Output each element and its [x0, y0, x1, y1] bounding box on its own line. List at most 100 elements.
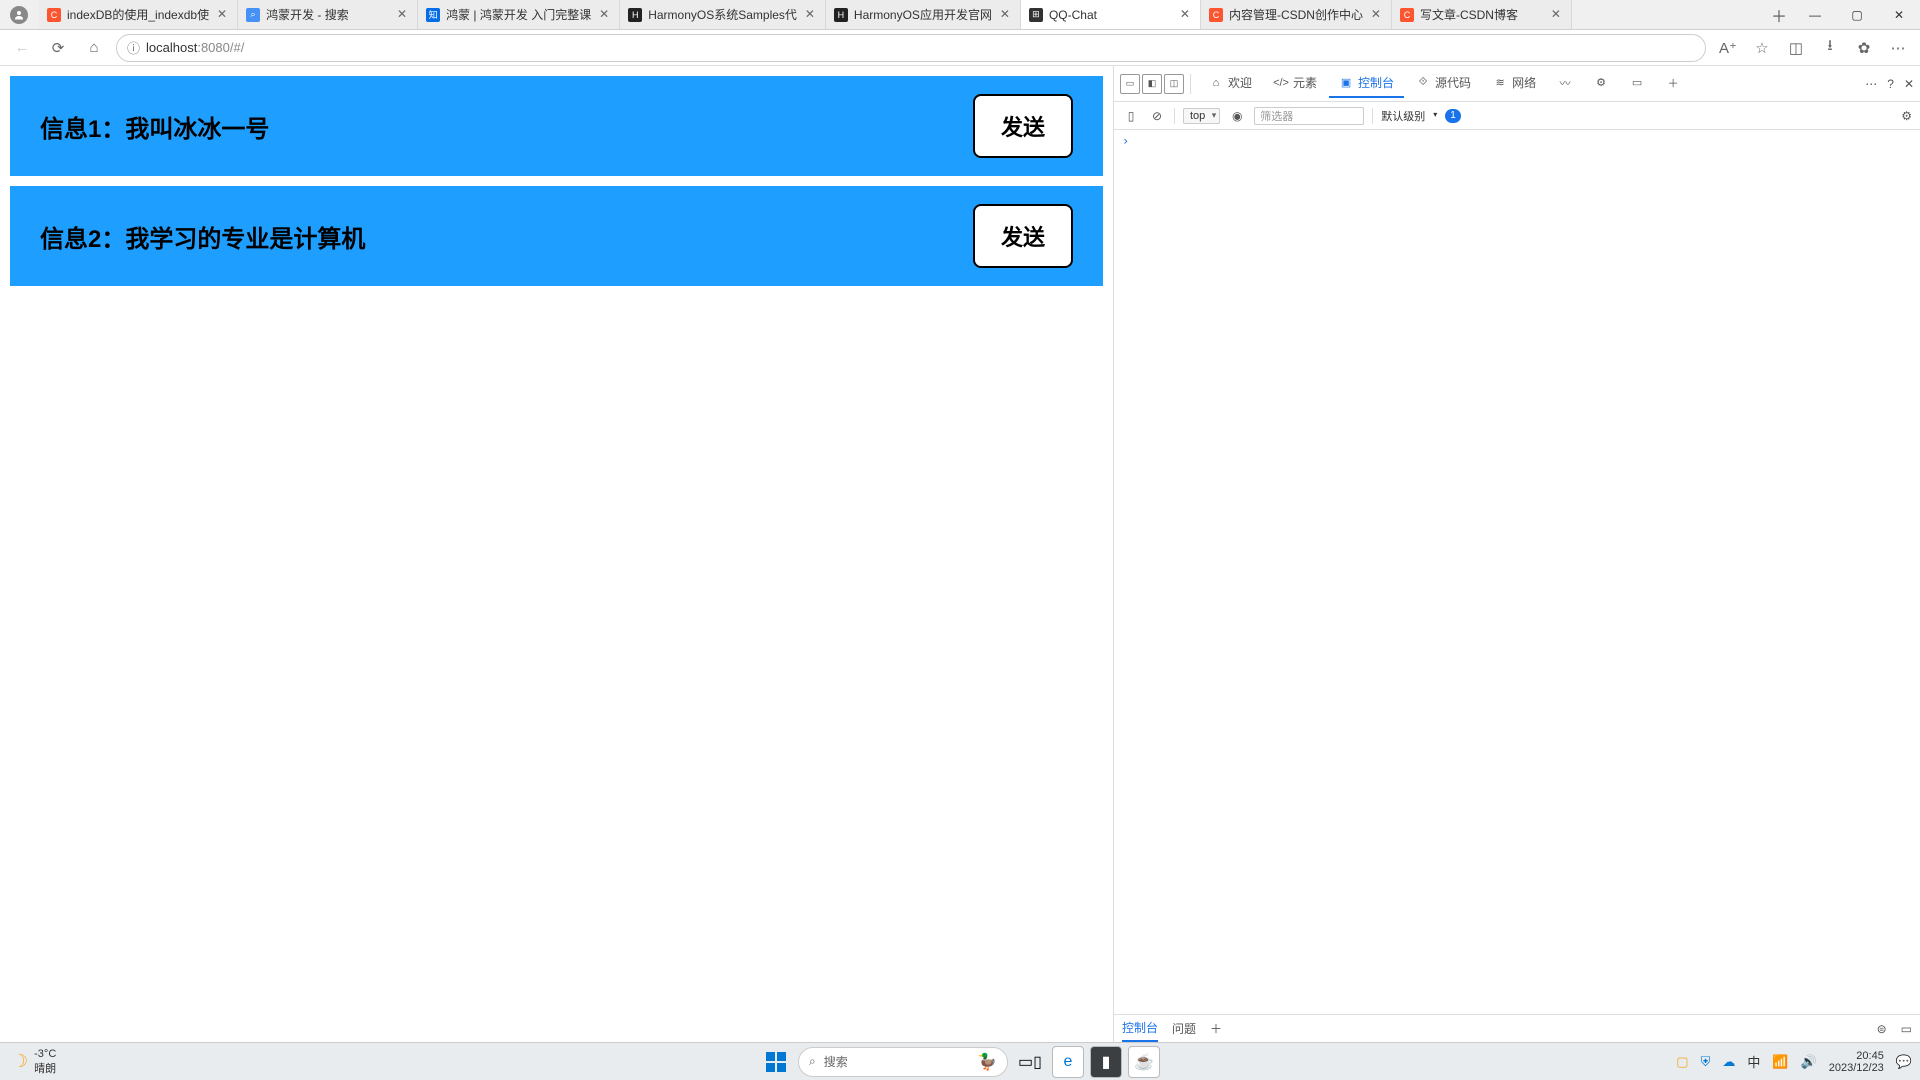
- tray-volume-icon[interactable]: 🔊: [1801, 1054, 1817, 1070]
- tab-close-icon[interactable]: ✕: [803, 8, 817, 22]
- split-screen-icon[interactable]: ◫: [1782, 34, 1810, 62]
- devtools-close-icon[interactable]: ✕: [1904, 77, 1914, 91]
- tab-title: QQ-Chat: [1049, 8, 1172, 22]
- collections-icon[interactable]: ✿: [1850, 34, 1878, 62]
- tab-close-icon[interactable]: ✕: [395, 8, 409, 22]
- more-icon[interactable]: ⋯: [1884, 34, 1912, 62]
- tab-add[interactable]: ＋: [1656, 70, 1690, 98]
- weather-desc: 晴朗: [34, 1060, 56, 1076]
- devtools-tabbar: ▭ ◧ ◫ ⌂欢迎 </>元素 ▣控制台 ⟐源代码 ≋网络 〰 ⚙ ▭ ＋ ⋯ …: [1114, 66, 1920, 102]
- tab-close-icon[interactable]: ✕: [215, 8, 229, 22]
- drawer-tab-issues[interactable]: 问题: [1172, 1015, 1196, 1042]
- tab-close-icon[interactable]: ✕: [1549, 8, 1563, 22]
- console-settings-icon[interactable]: ⚙: [1901, 109, 1912, 123]
- log-level-selector[interactable]: 默认级别: [1381, 108, 1437, 124]
- search-deco-icon: 🦆: [977, 1052, 997, 1072]
- tray-wifi-icon[interactable]: 📶: [1772, 1054, 1788, 1070]
- url-text: localhost:8080/#/: [146, 40, 1695, 55]
- memory-icon: ▭: [1630, 76, 1644, 90]
- back-button[interactable]: ←: [8, 34, 36, 62]
- tab-title: indexDB的使用_indexdb使: [67, 6, 209, 23]
- browser-tab[interactable]: HHarmonyOS应用开发官网✕: [826, 0, 1021, 29]
- devtools-more-icon[interactable]: ⋯: [1865, 77, 1877, 91]
- tab-close-icon[interactable]: ✕: [1369, 8, 1383, 22]
- browser-tab[interactable]: CindexDB的使用_indexdb使 ✕: [39, 0, 238, 29]
- read-aloud-icon[interactable]: A⁺: [1714, 34, 1742, 62]
- weather-widget[interactable]: ☽ -3°C 晴朗: [0, 1048, 56, 1076]
- profile-button[interactable]: [5, 4, 33, 26]
- context-selector[interactable]: top: [1183, 108, 1220, 124]
- tab-console[interactable]: ▣控制台: [1329, 70, 1404, 98]
- browser-tab[interactable]: ⌕ 鸿蒙开发 - 搜索 ✕: [238, 0, 418, 29]
- tray-ime[interactable]: 中: [1747, 1052, 1760, 1071]
- devtools-drawer-tabs: 控制台 问题 ＋ ⊜ ▭: [1114, 1014, 1920, 1042]
- tab-title: 鸿蒙开发 - 搜索: [266, 6, 389, 23]
- page-viewport: 信息1：我叫冰冰一号发送信息2：我学习的专业是计算机发送: [0, 66, 1113, 1042]
- close-window-button[interactable]: ✕: [1878, 0, 1920, 29]
- taskbar-search[interactable]: ⌕ 搜索 🦆: [798, 1047, 1008, 1077]
- favorite-icon[interactable]: ☆: [1748, 34, 1776, 62]
- drawer-collapse-icon[interactable]: ▭: [1901, 1022, 1912, 1036]
- tab-memory[interactable]: ▭: [1620, 70, 1654, 98]
- drawer-tab-add[interactable]: ＋: [1210, 1015, 1222, 1042]
- tab-network[interactable]: ≋网络: [1483, 70, 1546, 98]
- tab-close-icon[interactable]: ✕: [597, 8, 611, 22]
- tab-favicon: C: [1400, 8, 1414, 22]
- browser-tab[interactable]: ⊞ QQ-Chat ✕: [1021, 0, 1201, 29]
- minimize-button[interactable]: —: [1794, 0, 1836, 29]
- downloads-icon[interactable]: ⭳: [1816, 34, 1844, 62]
- dock-side-2-icon[interactable]: ◧: [1142, 74, 1162, 94]
- browser-tab[interactable]: 知鸿蒙 | 鸿蒙开发 入门完整课✕: [418, 0, 620, 29]
- issues-badge[interactable]: 1: [1445, 109, 1461, 123]
- dock-side-1-icon[interactable]: ▭: [1120, 74, 1140, 94]
- browser-tab[interactable]: C写文章-CSDN博客✕: [1392, 0, 1572, 29]
- drawer-errors-icon[interactable]: ⊜: [1877, 1022, 1887, 1036]
- maximize-button[interactable]: ▢: [1836, 0, 1878, 29]
- window-controls: — ▢ ✕: [1794, 0, 1920, 29]
- dock-side-3-icon[interactable]: ◫: [1164, 74, 1184, 94]
- console-output[interactable]: ›: [1114, 130, 1920, 1014]
- tray-security-icon[interactable]: ⛨: [1701, 1054, 1711, 1070]
- wifi-icon: ≋: [1493, 76, 1507, 90]
- tab-favicon: C: [47, 8, 61, 22]
- tray-onedrive-icon[interactable]: ☁: [1722, 1054, 1735, 1070]
- tab-welcome[interactable]: ⌂欢迎: [1199, 70, 1262, 98]
- tab-sources[interactable]: ⟐源代码: [1406, 70, 1481, 98]
- tab-close-icon[interactable]: ✕: [998, 8, 1012, 22]
- send-button[interactable]: 发送: [973, 204, 1073, 268]
- console-prompt-icon: ›: [1122, 134, 1129, 148]
- browser-tab[interactable]: HHarmonyOS系统Samples代✕: [620, 0, 826, 29]
- windows-taskbar: ☽ -3°C 晴朗 ⌕ 搜索 🦆 ▭▯ e ▮ ☕ ▢ ⛨ ☁ 中 📶 🔊 20…: [0, 1042, 1920, 1080]
- send-button[interactable]: 发送: [973, 94, 1073, 158]
- tab-title: HarmonyOS系统Samples代: [648, 6, 797, 23]
- tab-favicon: ⌕: [246, 8, 260, 22]
- tray-notifications-icon[interactable]: 💬: [1896, 1054, 1912, 1070]
- tab-favicon: 知: [426, 8, 440, 22]
- live-expr-icon[interactable]: ◉: [1228, 107, 1246, 125]
- drawer-tab-console[interactable]: 控制台: [1122, 1015, 1158, 1042]
- tray-app-icon[interactable]: ▢: [1676, 1054, 1688, 1070]
- start-button[interactable]: [760, 1046, 792, 1078]
- browser-tab[interactable]: C内容管理-CSDN创作中心✕: [1201, 0, 1392, 29]
- refresh-button[interactable]: ⟳: [44, 34, 72, 62]
- new-tab-button[interactable]: ＋: [1764, 3, 1794, 27]
- tab-elements[interactable]: </>元素: [1264, 70, 1327, 98]
- clear-console-icon[interactable]: ⊘: [1148, 107, 1166, 125]
- info-icon: ⓘ: [127, 38, 140, 57]
- taskbar-java[interactable]: ☕: [1128, 1046, 1160, 1078]
- task-view-button[interactable]: ▭▯: [1014, 1046, 1046, 1078]
- home-button[interactable]: ⌂: [80, 34, 108, 62]
- tab-favicon: ⊞: [1029, 8, 1043, 22]
- tab-application[interactable]: ⚙: [1584, 70, 1618, 98]
- toggle-sidebar-icon[interactable]: ▯: [1122, 107, 1140, 125]
- filter-input[interactable]: 筛选器: [1254, 107, 1364, 125]
- message-text: 信息1：我叫冰冰一号: [40, 109, 269, 144]
- taskbar-ide[interactable]: ▮: [1090, 1046, 1122, 1078]
- devtools-help-icon[interactable]: ?: [1887, 77, 1894, 91]
- tab-performance[interactable]: 〰: [1548, 70, 1582, 98]
- taskbar-edge[interactable]: e: [1052, 1046, 1084, 1078]
- url-input[interactable]: ⓘ localhost:8080/#/: [116, 34, 1706, 62]
- tab-title: HarmonyOS应用开发官网: [854, 6, 992, 23]
- taskbar-clock[interactable]: 20:45 2023/12/23: [1829, 1050, 1884, 1074]
- tab-close-icon[interactable]: ✕: [1178, 8, 1192, 22]
